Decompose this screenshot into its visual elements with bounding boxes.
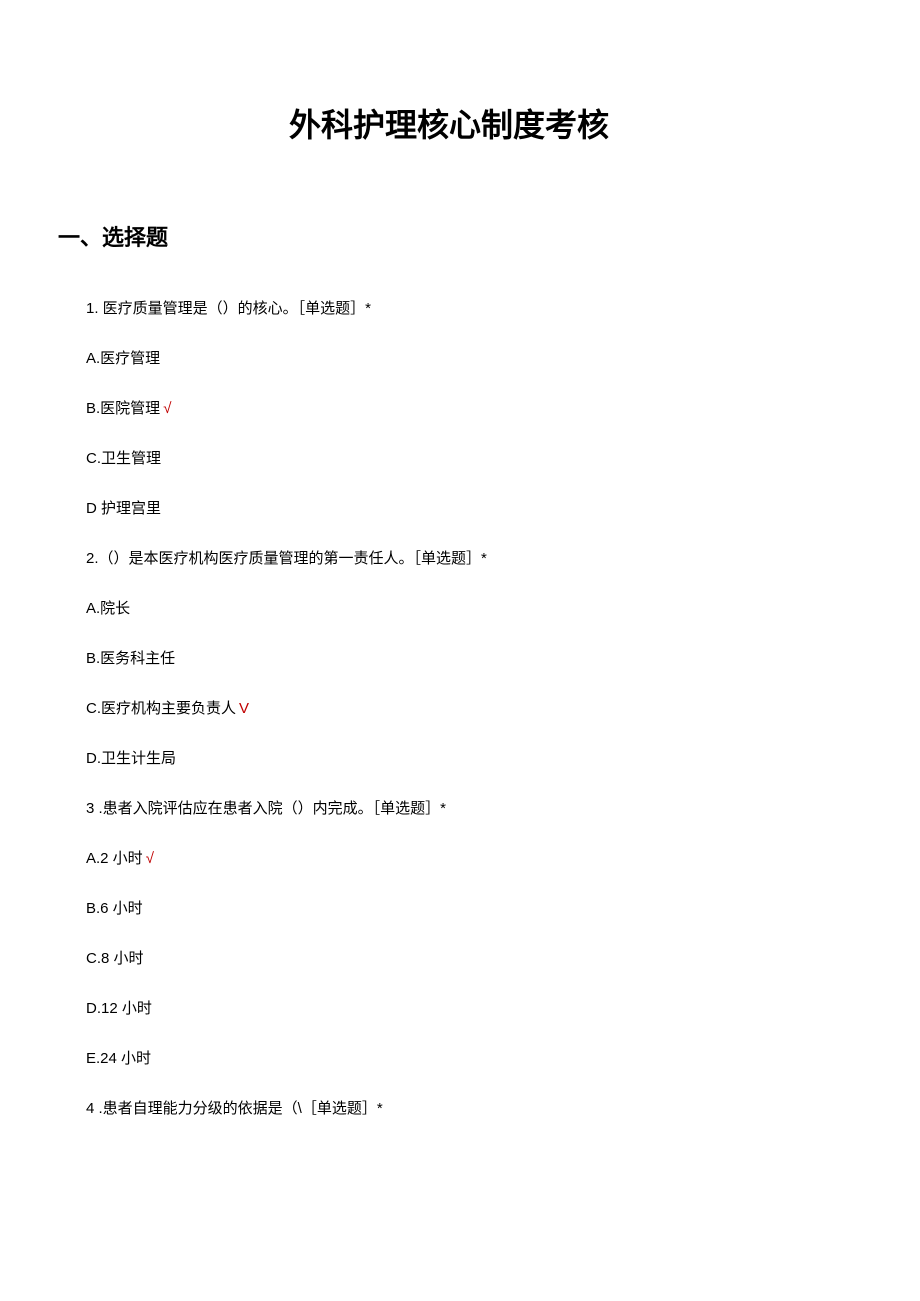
question-4: 4 .患者自理能力分级的依据是（\［单选题］* bbox=[58, 1098, 840, 1119]
option-a: A.医疗管理 bbox=[86, 348, 840, 369]
option-d: D.12 小时 bbox=[86, 998, 840, 1019]
question-text: 2.（）是本医疗机构医疗质量管理的第一责任人。［单选题］* bbox=[86, 548, 840, 569]
option-d: D.卫生计生局 bbox=[86, 748, 840, 769]
correct-mark-icon: √ bbox=[163, 400, 171, 417]
correct-mark-icon: √ bbox=[146, 850, 154, 867]
option-label: B.医院管理 bbox=[86, 400, 160, 417]
question-1: 1. 医疗质量管理是（）的核心。［单选题］* A.医疗管理 B.医院管理√ C.… bbox=[58, 298, 840, 519]
option-a: A.院长 bbox=[86, 598, 840, 619]
option-label: C.医疗机构主要负责人 bbox=[86, 700, 236, 717]
question-2: 2.（）是本医疗机构医疗质量管理的第一责任人。［单选题］* A.院长 B.医务科… bbox=[58, 548, 840, 769]
option-label: A.2 小时 bbox=[86, 850, 143, 867]
option-e: E.24 小时 bbox=[86, 1048, 840, 1069]
document-title: 外科护理核心制度考核 bbox=[58, 100, 840, 146]
option-b: B.医务科主任 bbox=[86, 648, 840, 669]
option-b: B.6 小时 bbox=[86, 898, 840, 919]
option-a: A.2 小时√ bbox=[86, 848, 840, 869]
question-text: 4 .患者自理能力分级的依据是（\［单选题］* bbox=[86, 1098, 840, 1119]
option-c: C.卫生管理 bbox=[86, 448, 840, 469]
question-text: 1. 医疗质量管理是（）的核心。［单选题］* bbox=[86, 298, 840, 319]
option-d: D 护理宫里 bbox=[86, 498, 840, 519]
option-c: C.医疗机构主要负责人V bbox=[86, 698, 840, 719]
question-3: 3 .患者入院评估应在患者入院（）内完成。［单选题］* A.2 小时√ B.6 … bbox=[58, 798, 840, 1069]
option-b: B.医院管理√ bbox=[86, 398, 840, 419]
correct-mark-icon: V bbox=[239, 700, 249, 717]
option-c: C.8 小时 bbox=[86, 948, 840, 969]
question-text: 3 .患者入院评估应在患者入院（）内完成。［单选题］* bbox=[86, 798, 840, 819]
section-heading: 一、选择题 bbox=[58, 220, 840, 252]
